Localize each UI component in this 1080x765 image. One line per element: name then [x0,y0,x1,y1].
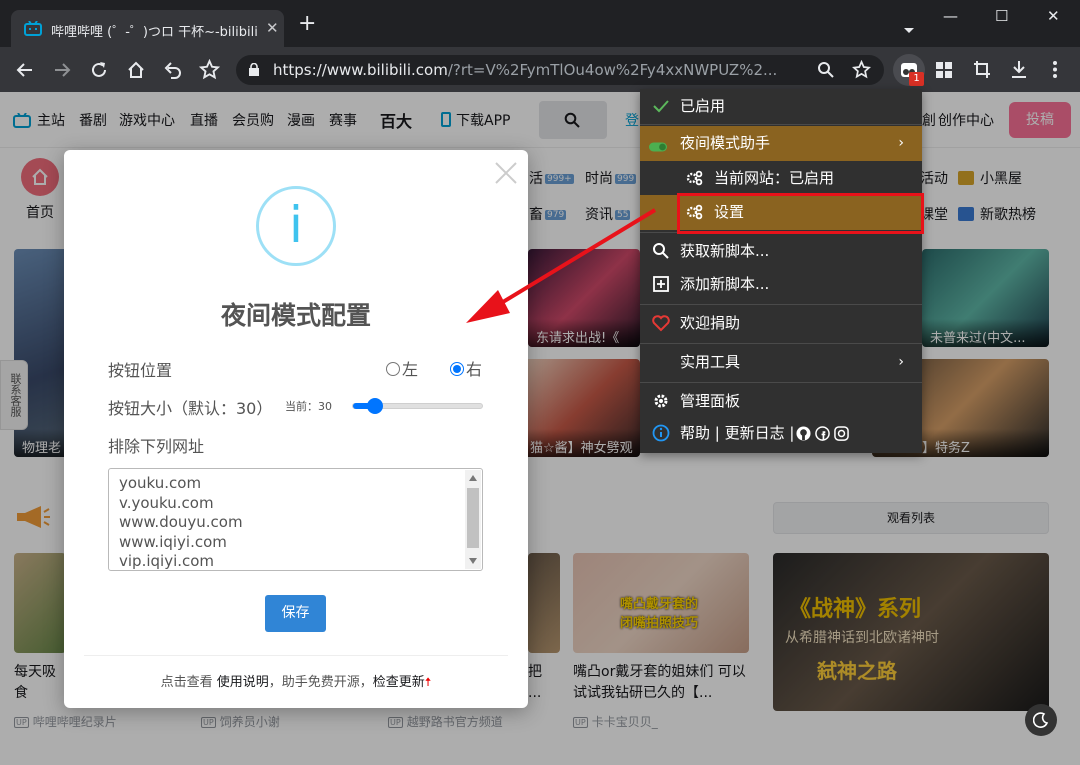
tab-search-chevron-icon[interactable] [903,27,915,35]
dialog-footer: 点击查看 使用说明，助手免费开源，检查更新🠅 [160,675,432,690]
update-arrow-icon: 🠅 [424,675,432,689]
night-mode-config-dialog: i 夜间模式配置 按钮位置 左 右 按钮大小（默认：30） 当前：30 排除下列… [64,150,528,708]
gear-icon [654,394,668,408]
info-icon: i [256,186,336,266]
scroll-up-icon[interactable] [469,475,477,481]
radio-left-circle[interactable] [386,362,400,376]
menu-add-script[interactable]: 添加新脚本... [640,267,922,302]
bilibili-favicon-icon [24,21,42,36]
gears-icon [686,170,703,186]
close-window-button[interactable]: ✕ [1047,7,1060,25]
excluded-url: www.iqiyi.com [119,532,227,551]
radio-right[interactable]: 右 [450,356,482,380]
menu-night-mode-helper[interactable]: 夜间模式助手 › [640,126,922,161]
menu-donate[interactable]: 欢迎捐助 [640,306,922,341]
settings-highlight-box [677,193,924,234]
heart-icon [652,315,670,332]
menu-help[interactable]: 帮助 | 更新日志 | [640,416,922,451]
facebook-icon[interactable] [815,426,830,441]
lock-icon [249,63,259,76]
save-button[interactable]: 保存 [265,595,326,632]
button-size-slider[interactable] [352,398,483,414]
radio-left[interactable]: 左 [386,356,418,380]
zoom-search-icon[interactable] [817,61,835,79]
check-icon [653,100,669,113]
excluded-url: v.youku.com [119,493,214,512]
menu-get-new-scripts[interactable]: 获取新脚本... [640,234,922,269]
excluded-urls-textarea[interactable]: youku.com v.youku.com www.douyu.com www.… [108,468,483,571]
github-icon[interactable] [796,426,811,441]
scrollbar-thumb[interactable] [467,488,479,548]
extension-menu: 已启用 夜间模式助手 › 当前网站：已启用 设置 获取新脚本... 添加新脚本.… [640,89,922,453]
more-menu-icon[interactable] [1052,60,1058,79]
usage-guide-link[interactable]: 使用说明 [217,675,269,690]
night-mode-toggle-button[interactable] [1025,704,1057,736]
home-icon[interactable] [126,60,146,80]
submenu-arrow-icon: › [898,354,904,370]
browser-tab[interactable]: 哔哩哔哩 (゜-゜)つロ 干杯~-bilibili ✕ [11,10,284,47]
menu-utilities[interactable]: 实用工具 › [640,345,922,380]
reload-icon[interactable] [89,60,109,80]
bookmark-star-icon[interactable] [199,59,220,80]
extension-badge: 1 [909,72,924,86]
plus-square-icon [653,276,669,292]
button-size-label: 按钮大小（默认：30） [108,399,273,418]
browser-toolbar: https://www.bilibili.com/?rt=V%2FymTlOu4… [0,47,1080,92]
download-icon[interactable] [1010,60,1028,79]
excluded-url: vip.iqiyi.com [119,552,215,570]
minimize-button[interactable]: — [943,7,958,25]
extensions-grid-icon[interactable] [935,61,953,79]
browser-titlebar: 哔哩哔哩 (゜-゜)つロ 干杯~-bilibili ✕ + — ☐ ✕ [0,0,1080,47]
exclude-urls-label: 排除下列网址 [108,437,205,456]
check-update-link[interactable]: 检查更新 [373,675,425,690]
back-arrow-icon[interactable] [15,60,35,80]
menu-dashboard[interactable]: 管理面板 [640,384,922,419]
excluded-url: www.douyu.com [119,513,243,531]
tab-title: 哔哩哔哩 (゜-゜)つロ 干杯~-bilibili [51,25,258,40]
forward-arrow-icon[interactable] [52,60,72,80]
close-dialog-icon[interactable] [491,158,521,188]
menu-enabled[interactable]: 已启用 [640,89,922,124]
crop-icon[interactable] [973,60,991,79]
address-bar[interactable]: https://www.bilibili.com/?rt=V%2FymTlOu4… [236,55,884,85]
moon-icon [1033,712,1049,728]
excluded-url: youku.com [119,474,202,492]
tab-close-icon[interactable]: ✕ [266,19,279,37]
current-size-label: 当前：30 [285,400,332,413]
url-text: https://www.bilibili.com/?rt=V%2FymTlOu4… [273,61,778,79]
star-icon[interactable] [852,60,871,79]
toggle-on-icon [649,142,667,152]
maximize-button[interactable]: ☐ [995,7,1008,25]
scroll-down-icon[interactable] [469,558,477,564]
new-tab-button[interactable]: + [298,13,316,35]
button-position-label: 按钮位置 [108,361,173,380]
search-icon [653,243,669,259]
dialog-divider [84,655,508,656]
menu-current-site[interactable]: 当前网站：已启用 [640,161,922,196]
instagram-icon[interactable] [834,426,849,441]
dialog-title: 夜间模式配置 [220,301,371,330]
textarea-scrollbar[interactable] [465,470,481,569]
info-circle-icon [652,424,670,442]
submenu-arrow-icon: › [898,135,904,151]
radio-right-circle[interactable] [450,362,464,376]
undo-icon[interactable] [163,60,183,80]
slider-knob[interactable] [366,398,383,414]
